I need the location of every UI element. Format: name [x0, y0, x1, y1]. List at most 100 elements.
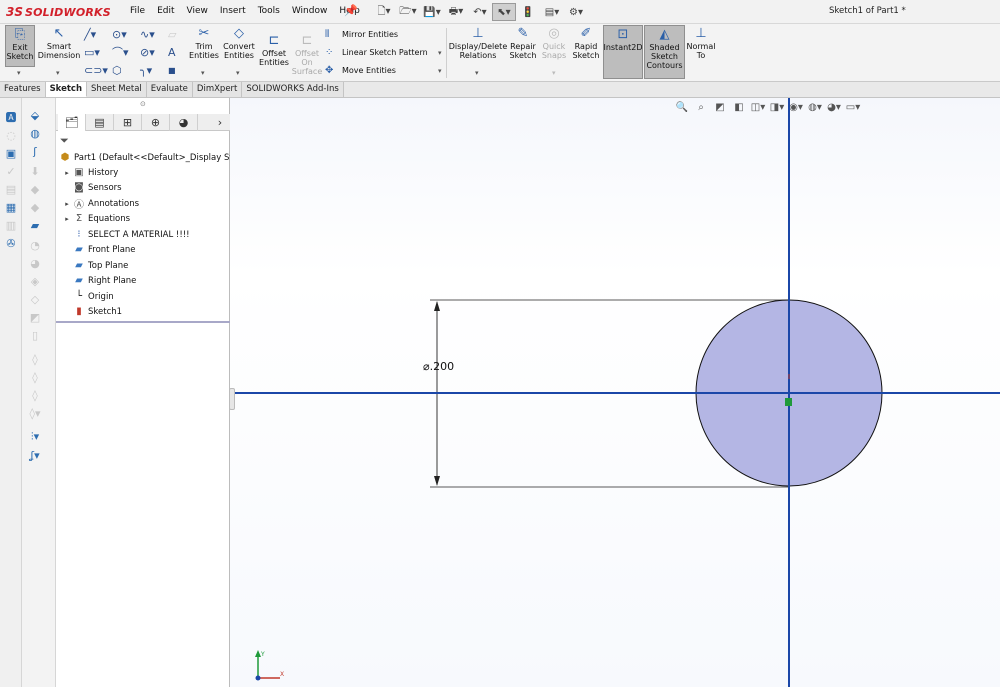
menu-edit[interactable]: Edit [151, 5, 180, 18]
lofted-cut-icon[interactable]: ◈ [27, 274, 43, 288]
property-manager-tab-icon[interactable]: ▤ [86, 114, 114, 131]
menu-tools[interactable]: Tools [252, 5, 286, 18]
panel-collapse-handle[interactable] [229, 388, 235, 410]
tree-item-right-plane[interactable]: ▰ Right Plane [62, 273, 136, 288]
convert-entities-button[interactable]: ◇ Convert Entities [222, 25, 256, 61]
instant2d-button[interactable]: ⊡ Instant2D [603, 25, 643, 79]
block-icon[interactable]: ▦ [3, 200, 19, 214]
boundary-boss-icon[interactable]: ◆ [27, 182, 43, 196]
options-gear-icon[interactable]: ⚙▾ [564, 3, 588, 21]
shaded-sketch-contours-button[interactable]: ◭ Shaded Sketch Contours [644, 25, 685, 79]
balloon-icon[interactable]: ◌ [3, 128, 19, 142]
tree-item-annotations[interactable]: ▸ Ⓐ Annotations [62, 196, 139, 212]
reference-geometry-icon[interactable]: ⫶▾ [27, 430, 43, 444]
relations-dropdown[interactable]: ▾ [475, 69, 479, 77]
tree-item-sketch1[interactable]: ▮ Sketch1 [62, 304, 122, 319]
rib-icon[interactable]: ◊ [27, 352, 43, 366]
revolved-cut-icon[interactable]: ◔ [27, 238, 43, 252]
smart-dimension-button[interactable]: ↖ Smart Dimension [37, 25, 81, 67]
menu-file[interactable]: File [124, 5, 151, 18]
rollback-bar[interactable] [56, 321, 230, 323]
note-icon[interactable]: 🅰 [3, 110, 19, 124]
new-document-icon[interactable]: 🗋▾ [372, 3, 396, 21]
mirror-entities-button[interactable]: ⫴ Mirror Entities [325, 29, 398, 40]
repair-sketch-button[interactable]: ✎ Repair Sketch [509, 25, 537, 61]
ellipse-icon[interactable]: ⊘▾ [140, 44, 168, 60]
revolved-boss-icon[interactable]: ◍ [27, 126, 43, 140]
tree-item-equations[interactable]: ▸ Σ Equations [62, 211, 130, 226]
tab-solidworks-add-ins[interactable]: SOLIDWORKS Add-Ins [242, 82, 344, 97]
filter-icon[interactable]: ⏷ [60, 134, 69, 148]
smart-dimension-dropdown[interactable]: ▾ [56, 69, 60, 77]
display-manager-tab-icon[interactable]: ◕ [170, 114, 198, 131]
tab-features[interactable]: Features [0, 82, 46, 97]
point-icon[interactable]: ■ [168, 62, 196, 78]
tab-sketch[interactable]: Sketch [45, 82, 88, 97]
graphics-area[interactable]: 🔍 ⌕ ◩ ◧ ◫▾ ◨▾ ◉▾ ◍▾ ◕▾ ▭▾ Y X ⌀.200 [230, 98, 1000, 687]
swept-cut-icon[interactable]: ◕ [27, 256, 43, 270]
expand-arrow-icon[interactable]: ▸ [62, 169, 72, 177]
sketch-canvas[interactable]: Y X [230, 98, 1000, 687]
curves-icon[interactable]: ʆ▾ [27, 448, 43, 462]
datum-icon[interactable]: ▥ [3, 218, 19, 232]
tree-item-sensors[interactable]: ◙ Sensors [62, 180, 121, 195]
line-icon[interactable]: ╱▾ [84, 26, 112, 42]
exit-sketch-dropdown[interactable]: ▾ [17, 69, 21, 77]
tree-item-front-plane[interactable]: ▰ Front Plane [62, 242, 135, 257]
tab-sheet-metal[interactable]: Sheet Metal [87, 82, 147, 97]
offset-on-surface-button[interactable]: ⊏ Offset On Surface [292, 32, 322, 77]
save-icon[interactable]: 💾▾ [420, 3, 444, 21]
circle-icon[interactable]: ⊙▾ [112, 26, 140, 42]
pin-icon[interactable]: 📌 [344, 4, 358, 17]
slot-icon[interactable]: ⊂⊃▾ [84, 62, 112, 78]
tab-evaluate[interactable]: Evaluate [146, 82, 193, 97]
polygon-icon[interactable]: ⬡ [112, 62, 140, 78]
select-pointer-icon[interactable]: ⬉▾ [492, 3, 516, 21]
diameter-dimension-label[interactable]: ⌀.200 [423, 360, 454, 373]
shell-icon[interactable]: ◊ [27, 388, 43, 402]
expand-arrow-icon[interactable]: ▸ [62, 200, 72, 208]
draft-icon[interactable]: ◊ [27, 370, 43, 384]
menu-window[interactable]: Window [286, 5, 334, 18]
quick-snaps-button[interactable]: ◎ Quick Snaps [541, 25, 567, 61]
move-entities-button[interactable]: ✥ Move Entities [325, 65, 396, 76]
expand-arrow-icon[interactable]: ▸ [62, 215, 72, 223]
extruded-cut-icon[interactable]: ◆ [27, 200, 43, 214]
panel-grip-icon[interactable]: ⊙ [140, 100, 146, 108]
open-icon[interactable]: 🗁▾ [396, 3, 420, 21]
rectangle-icon[interactable]: ▭▾ [84, 44, 112, 60]
dimxpert-manager-tab-icon[interactable]: ⊕ [142, 114, 170, 131]
swept-boss-icon[interactable]: ʃ [27, 144, 43, 158]
solidworks-logo[interactable]: 3S SOLIDWORKS [6, 4, 111, 20]
wrap-icon[interactable]: ◊▾ [27, 406, 43, 420]
menu-view[interactable]: View [181, 5, 214, 18]
linear-pattern-feature-icon[interactable]: ▯ [27, 328, 43, 342]
trim-dropdown[interactable]: ▾ [201, 69, 205, 77]
extruded-boss-icon[interactable]: ⬙ [27, 108, 43, 122]
exit-sketch-button[interactable]: ⎘ Exit Sketch [5, 25, 35, 67]
convert-dropdown[interactable]: ▾ [236, 69, 240, 77]
tree-root-part1[interactable]: ⬢ Part1 (Default<<Default>_Display State… [58, 150, 255, 165]
circle-center-point[interactable] [785, 398, 792, 406]
offset-entities-button[interactable]: ⊏ Offset Entities [259, 32, 289, 68]
rapid-sketch-button[interactable]: ✐ Rapid Sketch [572, 25, 600, 61]
tools-icon[interactable]: ✇ [3, 236, 19, 250]
linear-sketch-pattern-button[interactable]: ⁘ Linear Sketch Pattern [325, 47, 428, 58]
tree-item-top-plane[interactable]: ▰ Top Plane [62, 258, 128, 273]
tree-item-material[interactable]: ⁝ SELECT A MATERIAL !!!! [62, 227, 189, 242]
quick-snaps-dropdown[interactable]: ▾ [552, 69, 556, 77]
spline-icon[interactable]: ∿▾ [140, 26, 168, 42]
hole-wizard-icon[interactable]: ▰ [27, 218, 43, 232]
tab-dimxpert[interactable]: DimXpert [192, 82, 243, 97]
tabs-scroll-right-icon[interactable]: › [212, 114, 228, 131]
move-dropdown[interactable]: ▾ [438, 67, 442, 75]
configuration-manager-tab-icon[interactable]: ⊞ [114, 114, 142, 131]
arc-icon[interactable]: ⌒▾ [112, 44, 140, 60]
tree-item-origin[interactable]: └ Origin [62, 289, 114, 304]
display-delete-relations-button[interactable]: ⊥ Display/Delete Relations [449, 25, 507, 61]
feature-manager-tab-icon[interactable]: 🗂 [58, 114, 86, 131]
fillet-icon[interactable]: ╮▾ [140, 62, 168, 78]
linear-pattern-dropdown[interactable]: ▾ [438, 49, 442, 57]
menu-insert[interactable]: Insert [214, 5, 252, 18]
annotation-icon[interactable]: ▣ [3, 146, 19, 160]
